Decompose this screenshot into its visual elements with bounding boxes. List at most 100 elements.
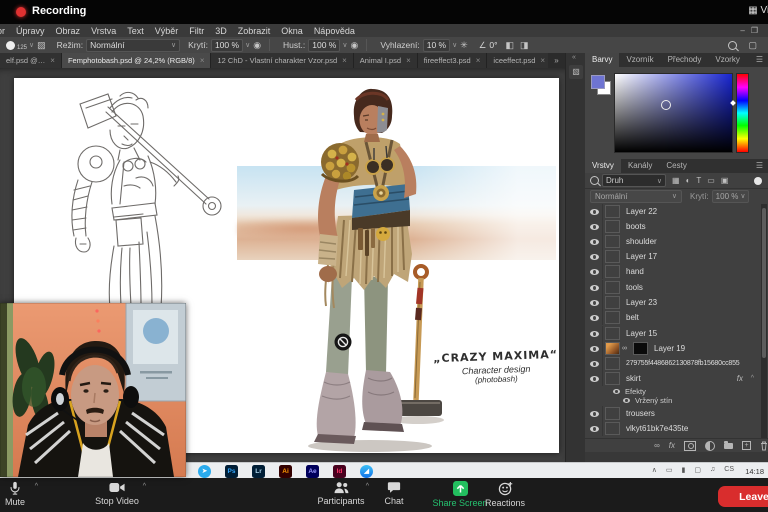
layer-style-icon[interactable]: fx xyxy=(669,439,675,452)
photoshop-app-icon[interactable]: Ps xyxy=(225,465,238,478)
tab-elf[interactable]: elf.psd @…× xyxy=(0,53,62,68)
workspace-icon[interactable]: ▢ xyxy=(748,40,757,51)
panel-menu-icon[interactable]: ☰ xyxy=(756,53,768,67)
tab-12chd[interactable]: 12 ChD - Vlastní charakter Vzor.psd× xyxy=(211,53,353,68)
tray-speaker-icon[interactable]: ♫ xyxy=(710,466,715,474)
filter-smart-object-icon[interactable]: ▣ xyxy=(721,176,729,185)
layer-thumbnail[interactable] xyxy=(605,372,620,385)
tab-kanaly[interactable]: Kanály xyxy=(621,159,659,173)
close-icon[interactable]: × xyxy=(342,56,347,65)
layer-row[interactable]: belt xyxy=(585,310,761,325)
telegram-app-icon[interactable]: ➤ xyxy=(198,465,211,478)
panel-menu-icon[interactable]: ☰ xyxy=(756,159,768,173)
layer-row[interactable]: hand xyxy=(585,264,761,279)
flow-field[interactable]: 100 % xyxy=(308,39,340,52)
layer-row[interactable]: boots xyxy=(585,219,761,234)
smoothing-field[interactable]: 10 % xyxy=(423,39,450,52)
eye-icon[interactable] xyxy=(590,239,599,245)
foreground-color-swatch[interactable] xyxy=(591,75,605,89)
search-icon[interactable] xyxy=(728,41,737,50)
fx-badge[interactable]: fx xyxy=(737,374,743,383)
pen-pressure-icon[interactable]: ◧ xyxy=(506,40,515,51)
menu-filtr[interactable]: Filtr xyxy=(189,26,204,36)
layer-thumbnail[interactable] xyxy=(605,220,620,233)
tab-vzorky[interactable]: Vzorky xyxy=(708,53,746,67)
leave-button[interactable]: Leave xyxy=(718,486,768,507)
angle-value[interactable]: 0° xyxy=(489,40,497,50)
mask-link-icon[interactable]: ∞ xyxy=(622,345,627,352)
reactions-button[interactable]: Reactions xyxy=(475,481,535,509)
tablet-pressure-icon[interactable]: ◨ xyxy=(520,40,529,51)
tab-cesty[interactable]: Cesty xyxy=(659,159,693,173)
layer-thumbnail[interactable] xyxy=(605,296,620,309)
tab-vzornik[interactable]: Vzorník xyxy=(619,53,660,67)
tray-icon[interactable]: ▢ xyxy=(694,466,701,474)
smoothing-chevron-icon[interactable]: ∨ xyxy=(452,41,457,49)
layer-row[interactable]: vlkyt61bk7e435te xyxy=(585,421,761,436)
effects-row[interactable]: Efekty xyxy=(585,387,768,396)
filter-shape-icon[interactable]: ▭ xyxy=(707,176,715,185)
stop-video-button[interactable]: ^ Stop Video xyxy=(82,481,152,509)
delete-layer-icon[interactable] xyxy=(760,441,768,451)
collapse-effects-icon[interactable]: ^ xyxy=(751,375,754,382)
close-icon[interactable]: × xyxy=(540,56,545,65)
eye-icon[interactable] xyxy=(590,361,599,367)
link-layers-icon[interactable]: ∞ xyxy=(654,439,660,452)
airbrush-icon[interactable]: ◉ xyxy=(350,40,358,51)
eye-icon[interactable] xyxy=(590,315,599,321)
layer-mask-thumbnail[interactable] xyxy=(633,342,648,355)
layer-thumbnail[interactable] xyxy=(605,407,620,420)
expand-panels-icon[interactable]: « xyxy=(572,54,576,61)
opacity-field[interactable]: 100 % xyxy=(211,39,243,52)
tray-expand-icon[interactable]: ∧ xyxy=(652,466,657,474)
layer-thumbnail[interactable] xyxy=(605,205,620,218)
hue-slider[interactable] xyxy=(736,73,749,153)
tab-barvy[interactable]: Barvy xyxy=(585,53,619,67)
layer-thumbnail[interactable] xyxy=(605,327,620,340)
smoothing-gear-icon[interactable]: ✳ xyxy=(460,40,468,51)
illustrator-app-icon[interactable]: Ai xyxy=(279,465,292,478)
eye-icon[interactable] xyxy=(590,376,599,382)
new-layer-icon[interactable]: + xyxy=(742,441,751,450)
layer-row[interactable]: shoulder xyxy=(585,234,761,249)
menu-upravy[interactable]: Úpravy xyxy=(16,26,45,36)
close-icon[interactable]: × xyxy=(200,56,205,65)
close-icon[interactable]: × xyxy=(50,56,55,65)
menu-text[interactable]: Text xyxy=(127,26,144,36)
mode-select[interactable]: Normální∨ xyxy=(86,39,180,52)
menu-vrstva[interactable]: Vrstva xyxy=(91,26,116,36)
eye-icon[interactable] xyxy=(590,224,599,230)
lightroom-app-icon[interactable]: Lr xyxy=(252,465,265,478)
mute-button[interactable]: ^ Mute xyxy=(0,481,46,509)
system-tray[interactable]: ∧ ▭ ▮ ▢ ♫ CS xyxy=(652,466,734,474)
layer-row-with-mask[interactable]: ∞Layer 19 xyxy=(585,341,761,356)
eye-icon[interactable] xyxy=(590,346,599,352)
saturation-brightness-field[interactable] xyxy=(614,73,733,153)
layer-thumbnail[interactable] xyxy=(605,235,620,248)
color-picker-ring[interactable] xyxy=(661,100,671,110)
menu-3d[interactable]: 3D xyxy=(215,26,227,36)
tray-language-indicator[interactable]: CS xyxy=(724,466,734,474)
layer-opacity-field[interactable]: 100 %∨ xyxy=(712,190,750,203)
layer-row[interactable]: tools xyxy=(585,280,761,295)
eye-icon[interactable] xyxy=(590,285,599,291)
layer-row[interactable]: Layer 17 xyxy=(585,249,761,264)
tab-vrstvy[interactable]: Vrstvy xyxy=(585,159,621,173)
chevron-up-icon[interactable]: ^ xyxy=(35,483,38,490)
layer-thumbnail[interactable] xyxy=(605,281,620,294)
tab-iceeffect[interactable]: iceeffect.psd× xyxy=(487,53,552,68)
layer-row[interactable]: Layer 23 xyxy=(585,295,761,310)
eye-icon[interactable] xyxy=(590,254,599,260)
layer-row[interactable]: trousers xyxy=(585,406,761,421)
indesign-app-icon[interactable]: Id xyxy=(333,465,346,478)
brushes-panel-icon[interactable]: ▧ xyxy=(569,65,583,79)
menu-vyber[interactable]: Výběr xyxy=(155,26,179,36)
layer-thumbnail[interactable] xyxy=(605,357,620,370)
adjustment-layer-icon[interactable] xyxy=(705,441,715,451)
menu-zobrazit[interactable]: Zobrazit xyxy=(238,26,271,36)
brush-preview-icon[interactable] xyxy=(6,41,15,50)
flow-chevron-icon[interactable]: ∨ xyxy=(342,41,347,49)
eye-icon[interactable] xyxy=(590,300,599,306)
tab-overflow-chevron[interactable]: » xyxy=(548,53,565,68)
close-icon[interactable]: × xyxy=(476,56,481,65)
